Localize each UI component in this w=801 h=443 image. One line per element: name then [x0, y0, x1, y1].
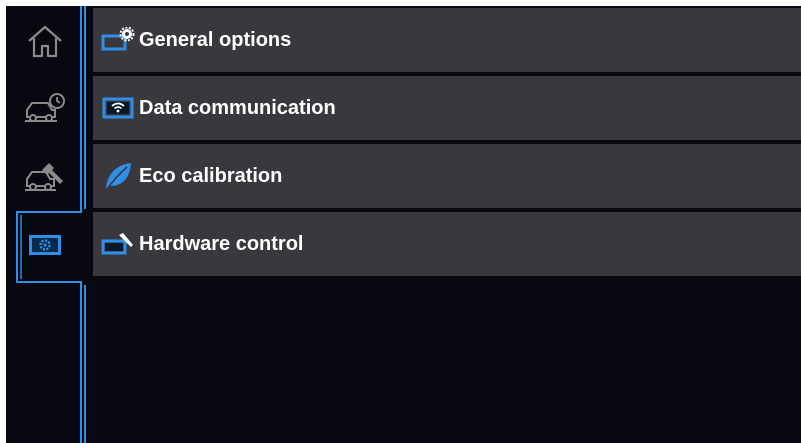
car-service-wrench-icon — [25, 163, 63, 191]
data-communication-wifi-icon — [101, 95, 135, 121]
menu-item-hardware-control[interactable]: Hardware control — [93, 212, 801, 276]
sidebar-item-service[interactable] — [6, 146, 84, 208]
menu-item-label: Eco calibration — [139, 164, 283, 187]
car-diagnostic-clock-icon — [25, 93, 65, 122]
app-screen: General options Data communication Eco c… — [6, 6, 801, 443]
hardware-tool-icon — [101, 231, 135, 257]
general-options-gear-icon — [101, 27, 135, 53]
sidebar-frame-line — [80, 6, 82, 211]
sidebar-item-home[interactable] — [6, 10, 84, 72]
sidebar-frame-line — [84, 285, 86, 443]
settings-icon — [29, 235, 61, 255]
home-icon — [28, 25, 62, 58]
menu-item-eco-calibration[interactable]: Eco calibration — [93, 144, 801, 208]
menu-item-general-options[interactable]: General options — [93, 8, 801, 72]
sidebar-item-diagnostics[interactable] — [6, 78, 84, 140]
menu-item-label: Data communication — [139, 96, 336, 119]
sidebar-frame-line — [80, 281, 82, 443]
sidebar-frame-line — [16, 211, 82, 213]
sidebar-frame-line — [20, 215, 22, 279]
eco-leaf-icon — [101, 163, 135, 190]
menu-item-data-communication[interactable]: Data communication — [93, 76, 801, 140]
sidebar-frame-line — [16, 211, 18, 283]
sidebar-frame-line — [16, 281, 82, 283]
sidebar-frame-line — [84, 6, 86, 209]
menu-item-label: General options — [139, 28, 292, 51]
menu-item-label: Hardware control — [139, 232, 304, 255]
